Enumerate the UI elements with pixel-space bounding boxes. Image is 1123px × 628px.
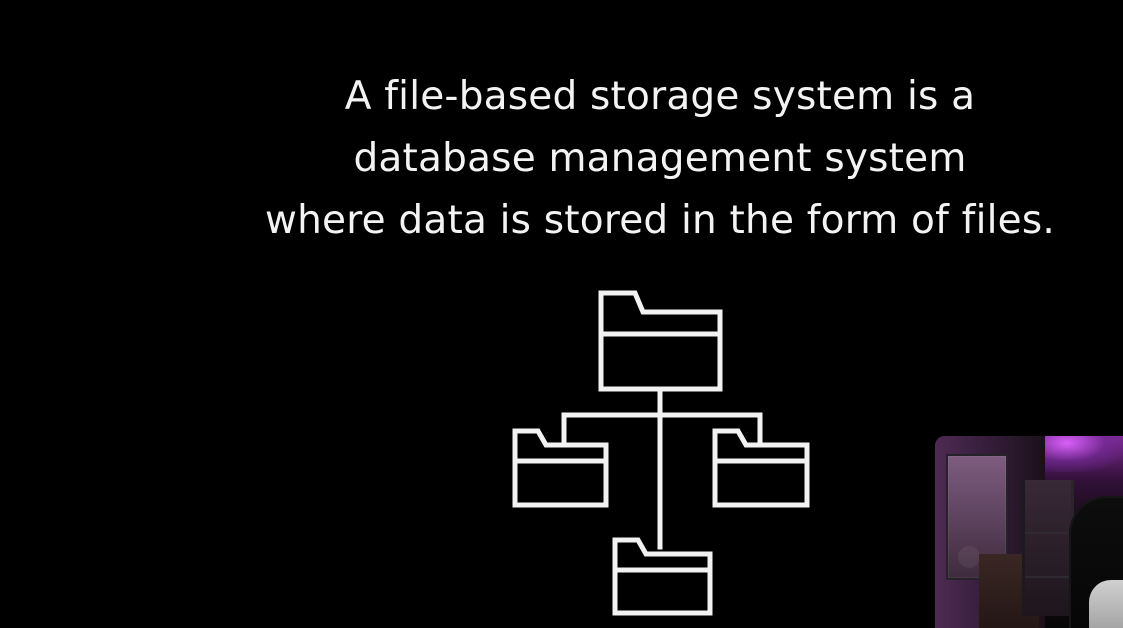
caption-line-3: where data is stored in the form of file… bbox=[265, 198, 1055, 243]
top-folder-icon bbox=[598, 290, 723, 392]
caption-line-2: database management system bbox=[353, 136, 967, 181]
webcam-shelf bbox=[1022, 480, 1074, 616]
webcam-presenter bbox=[1089, 580, 1123, 628]
presenter-webcam bbox=[935, 436, 1123, 628]
caption-line-1: A file-based storage system is a bbox=[344, 74, 976, 119]
slide-caption: A file-based storage system is a databas… bbox=[175, 66, 1123, 252]
folder-hierarchy-graphic bbox=[512, 290, 810, 616]
bottom-folder-icon bbox=[612, 537, 713, 616]
slide: A file-based storage system is a databas… bbox=[0, 0, 1123, 628]
left-folder-icon bbox=[512, 428, 609, 508]
